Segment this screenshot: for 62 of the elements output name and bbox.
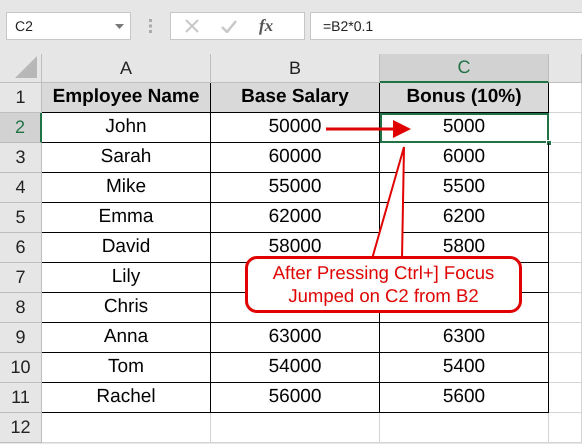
row-header[interactable]: 5: [0, 203, 42, 233]
checkmark-icon[interactable]: [221, 20, 237, 32]
insert-function-button[interactable]: fx: [259, 13, 274, 39]
column-header[interactable]: A: [42, 54, 211, 83]
formula-field[interactable]: =B2*0.1: [310, 12, 582, 40]
table-cell: Emma: [42, 203, 211, 233]
table-cell: 5600: [380, 383, 549, 413]
column-header[interactable]: [549, 54, 582, 83]
empty-cell: [549, 203, 582, 233]
empty-cell: [549, 413, 582, 443]
empty-cell: [549, 383, 582, 413]
row-header[interactable]: 10: [0, 353, 42, 383]
table-cell: John: [42, 113, 211, 143]
fill-handle[interactable]: [546, 140, 552, 146]
empty-cell: [549, 173, 582, 203]
row-header[interactable]: 11: [0, 383, 42, 413]
table-cell: Rachel: [42, 383, 211, 413]
select-all-button[interactable]: [0, 54, 42, 83]
column-header[interactable]: B: [211, 54, 380, 83]
row-header[interactable]: 6: [0, 233, 42, 263]
callout-text: After Pressing Ctrl+] Focus: [272, 262, 494, 284]
row-header[interactable]: 7: [0, 263, 42, 293]
table-cell: Mike: [42, 173, 211, 203]
table-cell: 62000: [211, 203, 380, 233]
empty-cell: [549, 143, 582, 173]
table-cell: 56000: [211, 383, 380, 413]
table-cell: Anna: [42, 323, 211, 353]
table-cell: David: [42, 233, 211, 263]
cancel-icon[interactable]: [185, 19, 199, 33]
empty-cell: [549, 353, 582, 383]
table-cell: Lily: [42, 263, 211, 293]
table-cell: 55000: [211, 173, 380, 203]
name-box[interactable]: C2: [6, 12, 131, 40]
row-header[interactable]: 8: [0, 293, 42, 323]
empty-cell: [549, 263, 582, 293]
empty-cell: [549, 293, 582, 323]
column-heading-cell: Bonus (10%): [380, 83, 549, 113]
dropdown-caret-icon: [115, 24, 124, 28]
row-header[interactable]: 12: [0, 413, 42, 443]
grip-icon[interactable]: [149, 19, 153, 33]
row-header[interactable]: 1: [0, 83, 42, 113]
table-cell: Tom: [42, 353, 211, 383]
row-header[interactable]: 9: [0, 323, 42, 353]
column-header[interactable]: C: [380, 54, 549, 83]
row-header[interactable]: 2: [0, 113, 42, 143]
table-cell: Sarah: [42, 143, 211, 173]
empty-cell: [549, 323, 582, 353]
column-heading-cell: Base Salary: [211, 83, 380, 113]
table-cell: 60000: [211, 143, 380, 173]
table-cell: 54000: [211, 353, 380, 383]
table-cell: 5400: [380, 353, 549, 383]
empty-cell: [549, 113, 582, 143]
table-cell: 63000: [211, 323, 380, 353]
table-cell: 50000: [211, 113, 380, 143]
column-heading-cell: Employee Name: [42, 83, 211, 113]
row-header[interactable]: 3: [0, 143, 42, 173]
callout-text: Jumped on C2 from B2: [288, 284, 479, 307]
table-cell: 5000: [380, 113, 549, 143]
row-header[interactable]: 4: [0, 173, 42, 203]
table-cell: Chris: [42, 293, 211, 323]
table-cell: 6300: [380, 323, 549, 353]
empty-cell: [549, 233, 582, 263]
